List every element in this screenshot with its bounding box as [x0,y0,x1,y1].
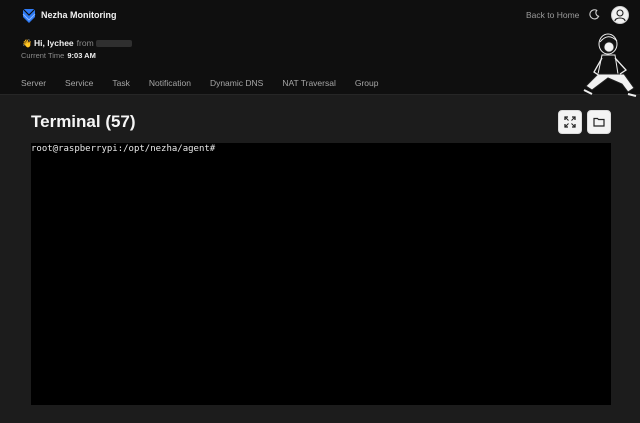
nav-item-notification[interactable]: Notification [149,78,191,88]
app-name[interactable]: Nezha Monitoring [41,10,117,20]
time-value: 9:03 AM [67,51,96,60]
terminal-prompt: root@raspberrypi:/opt/nezha/agent# [31,144,216,154]
sitting-person-illustration [583,33,637,97]
main-nav: Server Service Task Notification Dynamic… [21,78,397,88]
current-time: Current Time 9:03 AM [21,51,96,60]
user-avatar-button[interactable] [611,6,629,24]
header: Nezha Monitoring Back to Home 👋 Hi, lyche… [0,0,640,97]
from-label: from [76,38,94,48]
expand-icon [564,116,576,128]
redacted-location [95,40,132,47]
nav-item-nat-traversal[interactable]: NAT Traversal [282,78,336,88]
page-title: Terminal (57) [31,112,136,131]
nav-item-dynamic-dns[interactable]: Dynamic DNS [210,78,263,88]
folder-icon [593,117,605,127]
nav-item-task[interactable]: Task [112,78,129,88]
greeting-text: Hi, lychee [33,38,74,48]
nav-item-group[interactable]: Group [355,78,379,88]
greeting: 👋 Hi, lychee from [22,38,132,48]
file-manager-button[interactable] [587,110,611,134]
nezha-logo-icon[interactable] [22,8,36,24]
nav-item-server[interactable]: Server [21,78,46,88]
time-label: Current Time [21,51,65,60]
back-to-home-link[interactable]: Back to Home [526,10,579,20]
moon-icon[interactable] [589,9,600,20]
fullscreen-button[interactable] [558,110,582,134]
wave-icon: 👋 [22,39,32,48]
nav-item-service[interactable]: Service [65,78,93,88]
user-avatar-icon [614,9,626,22]
terminal-window[interactable]: root@raspberrypi:/opt/nezha/agent# [31,143,611,405]
